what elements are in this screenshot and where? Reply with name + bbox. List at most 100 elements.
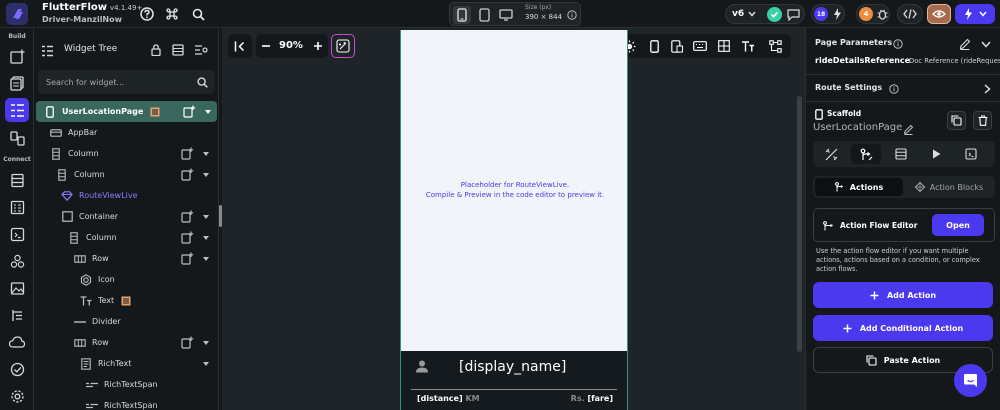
- tests-icon[interactable]: [7, 359, 27, 379]
- zoom-level[interactable]: 90%: [279, 40, 303, 51]
- device-settings-icon[interactable]: [670, 39, 684, 53]
- data-types-icon[interactable]: [7, 197, 27, 217]
- support-chat-button[interactable]: [954, 364, 987, 397]
- row-menu-chevron-icon[interactable]: [202, 339, 210, 347]
- tree-item-column[interactable]: Column: [34, 164, 218, 185]
- open-flow-editor-button[interactable]: Open: [932, 214, 984, 236]
- flutterflow-logo[interactable]: [6, 3, 28, 25]
- info-icon[interactable]: [888, 83, 899, 94]
- command-icon[interactable]: [164, 6, 180, 22]
- custom-code-icon[interactable]: [7, 224, 27, 244]
- tab-code-icon[interactable]: [956, 144, 986, 164]
- tree-item-row[interactable]: Row: [34, 248, 218, 269]
- rename-pencil-icon[interactable]: [902, 123, 914, 135]
- tree-item-richtextspan[interactable]: RichTextSpan: [34, 395, 218, 410]
- row-menu-chevron-icon[interactable]: [202, 360, 210, 368]
- add-child-icon[interactable]: [182, 105, 196, 119]
- tablet-device-icon[interactable]: [475, 6, 493, 24]
- tree-item-text[interactable]: Text: [34, 290, 218, 311]
- add-child-icon[interactable]: [180, 252, 194, 266]
- tab-properties-icon[interactable]: [816, 144, 846, 164]
- tree-item-richtextspan[interactable]: RichTextSpan: [34, 374, 218, 395]
- add-child-icon[interactable]: [180, 231, 194, 245]
- help-icon[interactable]: [139, 6, 155, 22]
- tree-item-userlocationpage[interactable]: UserLocationPage: [36, 101, 217, 122]
- media-assets-icon[interactable]: [7, 278, 27, 298]
- row-menu-chevron-icon[interactable]: [202, 255, 210, 263]
- tab-backend-query-icon[interactable]: [886, 144, 916, 164]
- page-state-icon[interactable]: [149, 106, 160, 117]
- copy-widget-icon[interactable]: [947, 111, 966, 130]
- settings-gear-icon[interactable]: [7, 386, 27, 406]
- tree-item-column[interactable]: Column: [34, 143, 218, 164]
- widget-tree-icon[interactable]: [5, 98, 29, 122]
- tree-item-richtext[interactable]: RichText: [34, 353, 218, 374]
- text-size-icon[interactable]: [741, 39, 755, 53]
- chevron-down-icon[interactable]: [748, 10, 756, 18]
- check-status-icon[interactable]: [767, 7, 782, 22]
- add-widget-icon[interactable]: [7, 46, 27, 66]
- tree-item-routeviewlive[interactable]: RouteViewLive: [34, 185, 218, 206]
- ride-info-container[interactable]: [display_name] [distance] KM Rs. [fare]: [401, 351, 627, 410]
- tree-item-column[interactable]: Column: [34, 227, 218, 248]
- grid-icon[interactable]: [717, 39, 731, 53]
- row-menu-chevron-icon[interactable]: [204, 108, 212, 116]
- text-state-icon[interactable]: [120, 295, 131, 306]
- add-child-icon[interactable]: [180, 336, 194, 350]
- row-menu-chevron-icon[interactable]: [202, 171, 210, 179]
- row-menu-chevron-icon[interactable]: [202, 234, 210, 242]
- cloud-icon[interactable]: [7, 332, 27, 352]
- collapse-chevron-icon[interactable]: [980, 38, 992, 50]
- database-icon[interactable]: [7, 170, 27, 190]
- size-value[interactable]: 390 × 844: [525, 13, 562, 21]
- display-name-text[interactable]: [display_name]: [459, 359, 566, 375]
- tree-item-icon[interactable]: Icon: [34, 269, 218, 290]
- storyboard-icon[interactable]: [172, 44, 184, 56]
- row-menu-chevron-icon[interactable]: [202, 150, 210, 158]
- info-icon[interactable]: [892, 38, 903, 49]
- tab-actions-icon[interactable]: [851, 144, 881, 164]
- search-icon[interactable]: [190, 6, 206, 22]
- add-action-button[interactable]: Add Action: [813, 282, 993, 308]
- canvas-scrollbar[interactable]: [797, 96, 802, 352]
- fare-richtext[interactable]: Rs. [fare]: [571, 394, 613, 403]
- notifications-pill[interactable]: 18: [811, 4, 845, 24]
- row-menu-chevron-icon[interactable]: [202, 213, 210, 221]
- lock-icon[interactable]: [150, 44, 162, 56]
- add-child-icon[interactable]: [180, 210, 194, 224]
- action-blocks-segment[interactable]: Action Blocks: [905, 178, 993, 196]
- zoom-in-icon[interactable]: [312, 40, 324, 52]
- structure-icon[interactable]: [768, 39, 782, 53]
- pages-icon[interactable]: [7, 73, 27, 93]
- collapse-left-icon[interactable]: [233, 39, 247, 53]
- phone-preview[interactable]: Placeholder for RouteViewLive. Compile &…: [400, 30, 628, 410]
- tree-item-container[interactable]: Container: [34, 206, 218, 227]
- version-pill[interactable]: v6: [732, 9, 744, 19]
- outline-icon[interactable]: [7, 305, 27, 325]
- distance-richtext[interactable]: [distance] KM: [417, 394, 480, 403]
- search-icon[interactable]: [196, 76, 208, 88]
- warnings-pill[interactable]: 4: [856, 4, 890, 24]
- tree-item-appbar[interactable]: AppBar: [34, 122, 218, 143]
- param-name[interactable]: rideDetailsReference: [815, 56, 910, 65]
- comment-icon[interactable]: [786, 7, 801, 22]
- info-icon[interactable]: [566, 9, 577, 20]
- phone-frame-icon[interactable]: [647, 39, 661, 53]
- tree-item-divider[interactable]: Divider: [34, 311, 218, 332]
- tree-options-icon[interactable]: [194, 44, 208, 56]
- chevron-right-icon[interactable]: [982, 83, 992, 94]
- preview-eye-icon[interactable]: [927, 4, 951, 24]
- zoom-out-icon[interactable]: [260, 40, 272, 52]
- integrations-icon[interactable]: [7, 251, 27, 271]
- project-name[interactable]: Driver-ManzilNow: [42, 15, 122, 24]
- ai-wand-icon[interactable]: [336, 39, 350, 53]
- edit-pencil-icon[interactable]: [958, 37, 971, 50]
- add-child-icon[interactable]: [180, 168, 194, 182]
- widget-search-input[interactable]: [46, 74, 186, 90]
- desktop-device-icon[interactable]: [497, 6, 515, 24]
- phone-device-icon[interactable]: [453, 6, 471, 24]
- run-menu-button[interactable]: [955, 4, 995, 24]
- components-icon[interactable]: [7, 128, 27, 148]
- keyboard-icon[interactable]: [693, 39, 707, 53]
- route-settings-header[interactable]: Route Settings: [815, 83, 882, 92]
